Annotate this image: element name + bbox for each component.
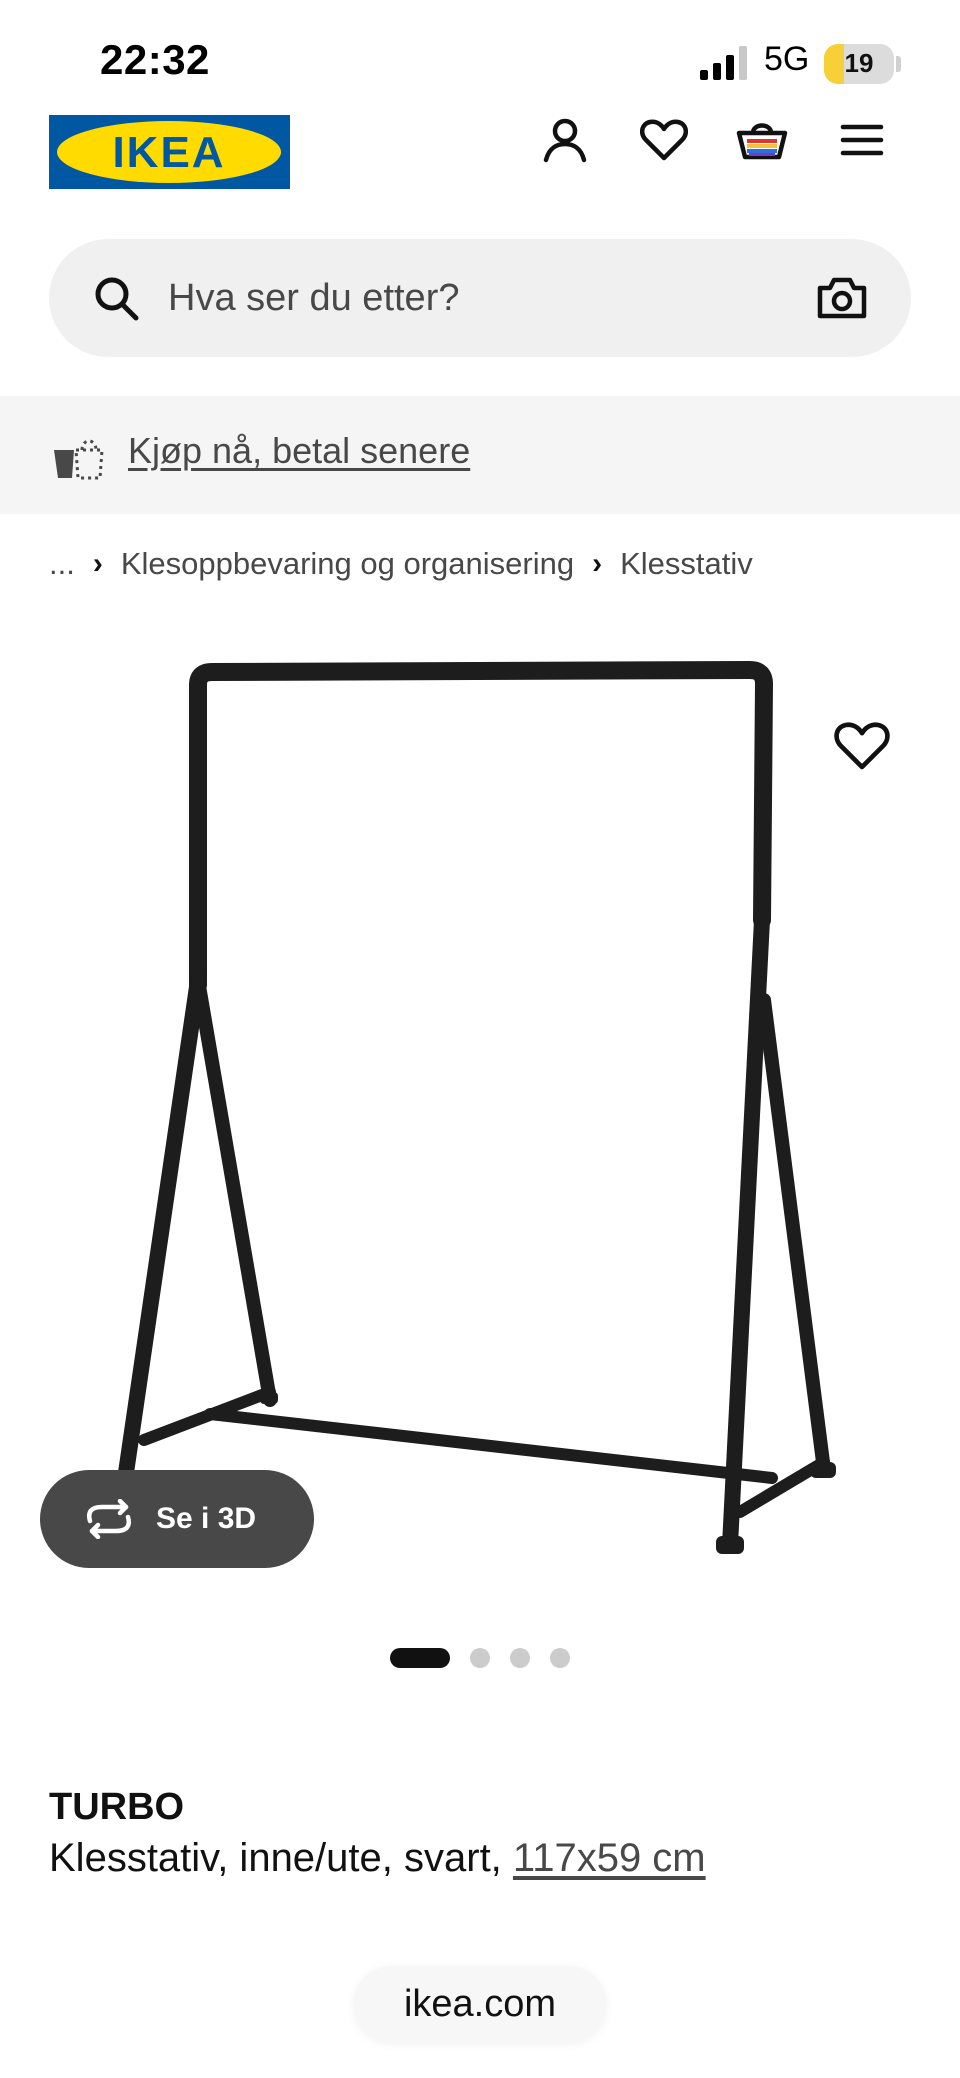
ikea-logo[interactable]: IKEA <box>49 115 290 189</box>
rotate-3d-icon <box>87 1499 131 1539</box>
add-to-favorites-icon[interactable] <box>834 718 890 774</box>
image-carousel-dots <box>390 1648 570 1668</box>
account-icon[interactable] <box>537 112 593 168</box>
browser-url-bar[interactable]: ikea.com <box>354 1966 606 2042</box>
view-3d-label: Se i 3D <box>156 1502 257 1535</box>
network-type: 5G <box>764 40 810 78</box>
status-time: 22:32 <box>100 36 210 83</box>
camera-icon[interactable] <box>816 274 868 322</box>
breadcrumb: ... › Klesoppbevaring og organisering › … <box>49 546 753 582</box>
breadcrumb-ellipsis[interactable]: ... <box>49 546 75 582</box>
search-input[interactable] <box>168 270 788 326</box>
product-name: TURBO <box>49 1786 185 1828</box>
chevron-right-icon: › <box>92 547 103 580</box>
signal-icon <box>700 46 747 80</box>
product-size-link[interactable]: 117x59 cm <box>513 1836 706 1880</box>
bag-icon <box>54 439 104 480</box>
menu-icon[interactable] <box>834 112 890 168</box>
carousel-dot-4[interactable] <box>550 1648 570 1668</box>
buy-now-pay-later-link[interactable]: Kjøp nå, betal senere <box>128 430 470 472</box>
carousel-dot-2[interactable] <box>470 1648 490 1668</box>
product-description: Klesstativ, inne/ute, svart, 117x59 cm <box>49 1836 706 1881</box>
product-description-text: Klesstativ, inne/ute, svart, <box>49 1836 502 1880</box>
carousel-dot-1[interactable] <box>390 1648 450 1668</box>
product-image[interactable] <box>100 640 860 1600</box>
heart-icon[interactable] <box>636 112 692 168</box>
search-icon <box>95 277 139 321</box>
battery-tip <box>896 56 901 72</box>
battery-level: 19 <box>844 48 874 78</box>
cart-icon[interactable] <box>734 112 790 168</box>
svg-text:IKEA: IKEA <box>112 128 225 177</box>
chevron-right-icon: › <box>592 547 603 580</box>
view-3d-button[interactable]: Se i 3D <box>40 1470 314 1568</box>
battery-icon: 19 <box>824 44 894 84</box>
breadcrumb-item-clothes-rack[interactable]: Klesstativ <box>620 546 753 582</box>
breadcrumb-item-clothes-storage[interactable]: Klesoppbevaring og organisering <box>121 546 574 582</box>
carousel-dot-3[interactable] <box>510 1648 530 1668</box>
